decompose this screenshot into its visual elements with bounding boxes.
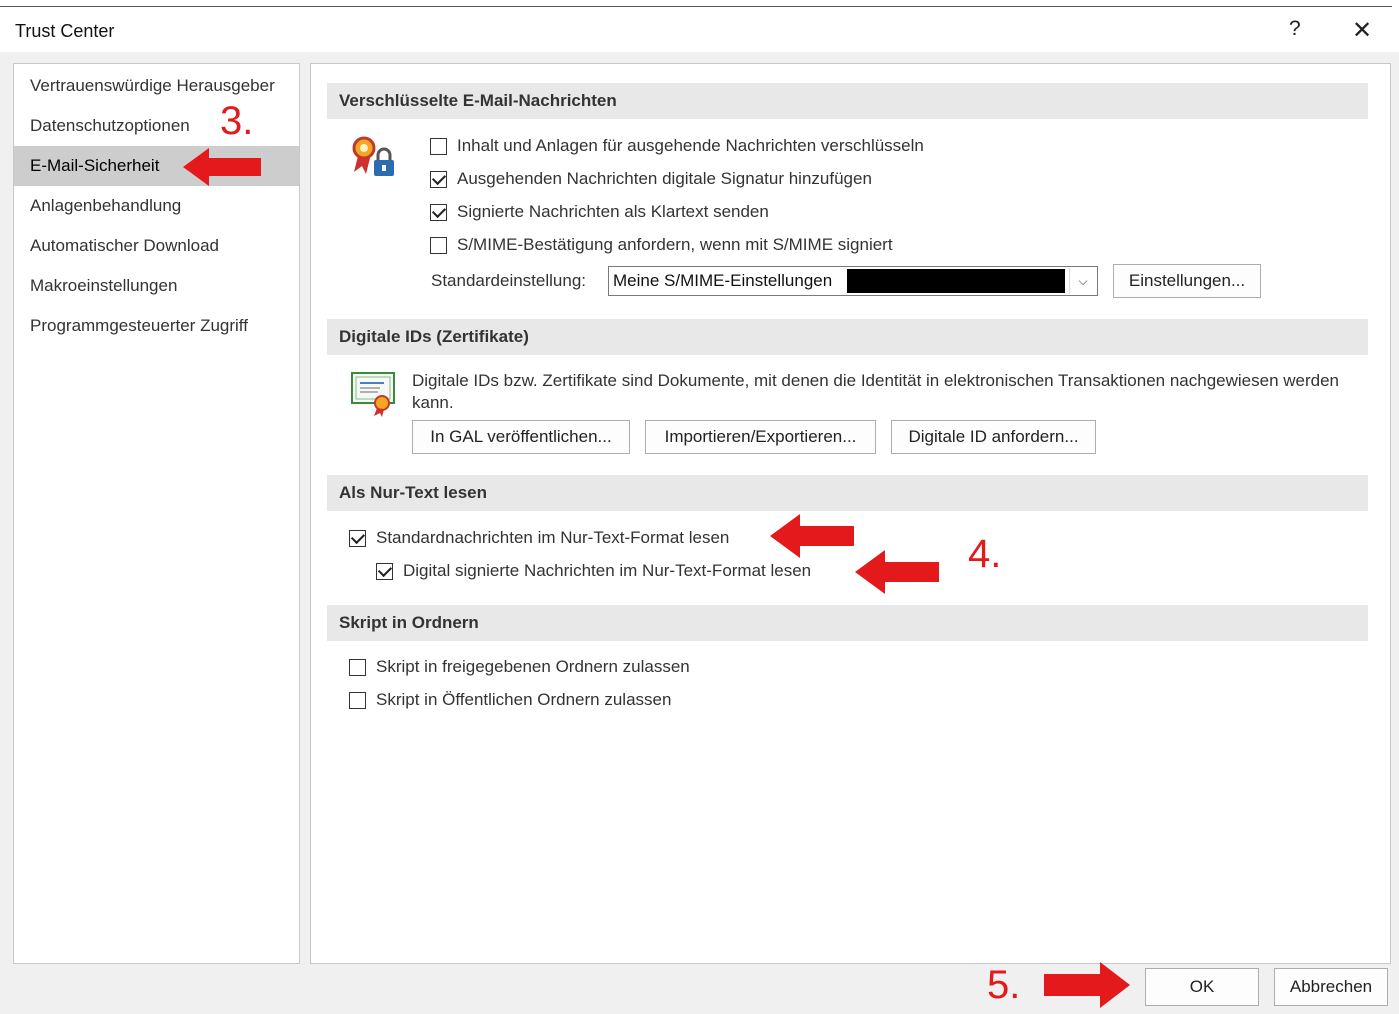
arrow-right-icon (1044, 962, 1130, 1008)
checkbox[interactable] (430, 137, 447, 155)
sidebar-item-automatic-download[interactable]: Automatischer Download (14, 226, 299, 266)
option-label: Skript in Öffentlichen Ordnern zulassen (376, 690, 672, 709)
option-label: Inhalt und Anlagen für ausgehende Nachri… (457, 136, 924, 155)
sidebar-item-programmatic-access[interactable]: Programmgesteuerter Zugriff (14, 306, 299, 346)
checkbox[interactable] (349, 658, 366, 676)
checkbox[interactable] (349, 691, 366, 709)
option-send-cleartext-signed[interactable]: Signierte Nachrichten als Klartext sende… (430, 200, 769, 224)
arrow-left-icon (855, 550, 939, 594)
option-read-plain-text[interactable]: Standardnachrichten im Nur-Text-Format l… (349, 526, 729, 550)
section-heading-script: Skript in Ordnern (327, 605, 1368, 641)
option-encrypt-content[interactable]: Inhalt und Anlagen für ausgehende Nachri… (430, 134, 924, 158)
option-label: Skript in freigegebenen Ordnern zulassen (376, 657, 690, 676)
digital-ids-description: Digitale IDs bzw. Zertifikate sind Dokum… (412, 371, 1340, 412)
checkbox[interactable] (430, 170, 447, 188)
settings-button[interactable]: Einstellungen... (1113, 264, 1261, 298)
option-add-digital-signature[interactable]: Ausgehenden Nachrichten digitale Signatu… (430, 167, 872, 191)
option-label: Signierte Nachrichten als Klartext sende… (457, 202, 769, 221)
cancel-button[interactable]: Abbrechen (1274, 968, 1388, 1006)
annotation-step-4: 4. (968, 532, 1002, 576)
help-button[interactable]: ? (1289, 17, 1301, 41)
checkbox[interactable] (430, 236, 447, 254)
import-export-button[interactable]: Importieren/Exportieren... (645, 420, 876, 454)
sidebar-item-macro-settings[interactable]: Makroeinstellungen (14, 266, 299, 306)
option-label: Digital signierte Nachrichten im Nur-Tex… (403, 561, 812, 580)
default-setting-select[interactable]: Meine S/MIME-Einstellungen ⌵ (608, 266, 1098, 296)
arrow-left-icon (770, 514, 854, 558)
sidebar: Vertrauenswürdige Herausgeber Datenschut… (13, 63, 300, 964)
chevron-down-icon[interactable]: ⌵ (1069, 268, 1096, 294)
certificate-document-icon (351, 372, 395, 417)
sidebar-item-attachment-handling[interactable]: Anlagenbehandlung (14, 186, 299, 226)
request-digital-id-button[interactable]: Digitale ID anfordern... (891, 420, 1096, 454)
option-label: Standardnachrichten im Nur-Text-Format l… (376, 528, 730, 547)
section-heading-plain-text: Als Nur-Text lesen (327, 475, 1368, 511)
checkbox[interactable] (376, 562, 393, 580)
redaction-bar (847, 269, 1065, 293)
certificate-lock-icon (352, 136, 394, 176)
window-title: Trust Center (15, 21, 115, 41)
annotation-step-5: 5. (987, 963, 1021, 1007)
option-label: S/MIME-Bestätigung anfordern, wenn mit S… (457, 235, 893, 254)
section-heading-digital-ids: Digitale IDs (Zertifikate) (327, 319, 1368, 355)
option-script-shared-folders[interactable]: Skript in freigegebenen Ordnern zulassen (349, 655, 690, 679)
publish-gal-button[interactable]: In GAL veröffentlichen... (412, 420, 630, 454)
default-setting-label: Standardeinstellung: (431, 271, 587, 290)
window-top-border (0, 6, 1392, 7)
ok-button[interactable]: OK (1145, 968, 1259, 1006)
arrow-left-icon (183, 148, 261, 186)
option-read-signed-plain-text[interactable]: Digital signierte Nachrichten im Nur-Tex… (376, 559, 811, 583)
annotation-step-3: 3. (220, 99, 254, 143)
checkbox[interactable] (349, 529, 366, 547)
default-setting-value: Meine S/MIME-Einstellungen (613, 271, 833, 290)
option-label: Ausgehenden Nachrichten digitale Signatu… (457, 169, 872, 188)
section-heading-encrypted: Verschlüsselte E-Mail-Nachrichten (327, 83, 1368, 119)
title-bar (0, 8, 1399, 52)
option-script-public-folders[interactable]: Skript in Öffentlichen Ordnern zulassen (349, 688, 671, 712)
sidebar-item-privacy-options[interactable]: Datenschutzoptionen (14, 106, 299, 146)
checkbox[interactable] (430, 203, 447, 221)
sidebar-item-trusted-publishers[interactable]: Vertrauenswürdige Herausgeber (14, 66, 299, 106)
option-smime-receipt[interactable]: S/MIME-Bestätigung anfordern, wenn mit S… (430, 233, 893, 257)
close-button[interactable]: ✕ (1352, 16, 1372, 45)
